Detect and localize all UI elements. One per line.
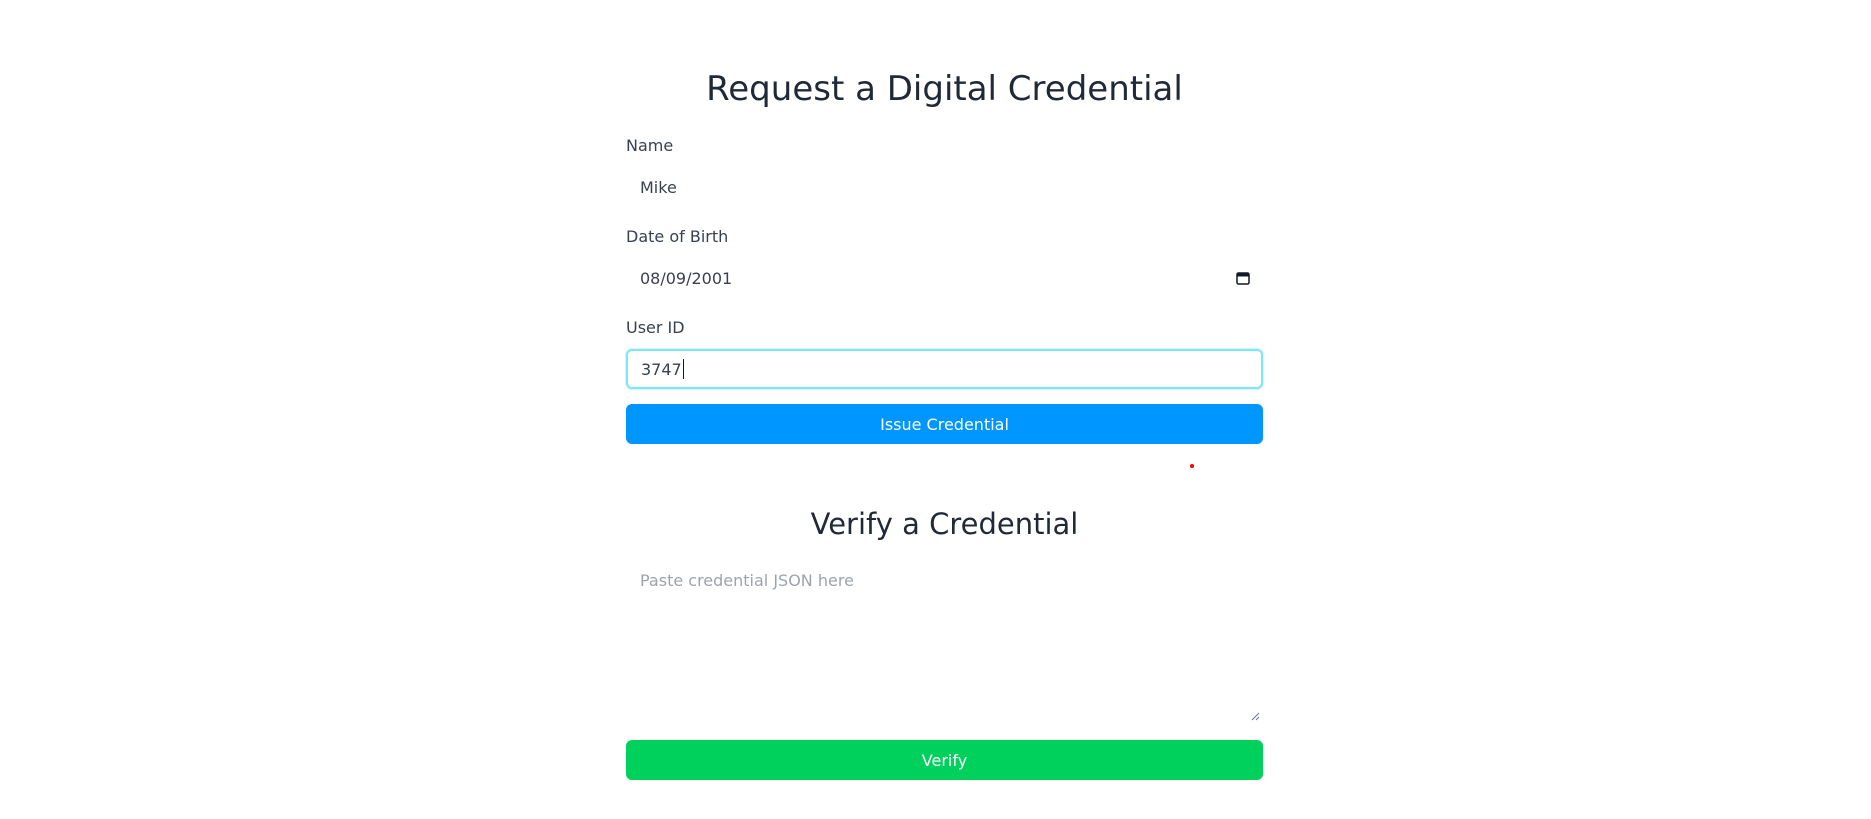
resize-handle-icon[interactable]: [1251, 712, 1260, 721]
issue-credential-button[interactable]: Issue Credential: [626, 404, 1263, 444]
name-input-value: Mike: [640, 177, 677, 197]
calendar-icon[interactable]: [1236, 271, 1250, 285]
userid-input[interactable]: 3747: [626, 349, 1263, 389]
text-caret: [682, 359, 684, 379]
userid-input-value: 3747: [641, 359, 682, 379]
verify-button[interactable]: Verify: [626, 740, 1263, 780]
credential-json-placeholder: Paste credential JSON here: [640, 571, 854, 590]
name-input[interactable]: Mike: [626, 167, 1263, 207]
credential-json-textarea[interactable]: Paste credential JSON here: [626, 560, 1263, 724]
name-label: Name: [626, 136, 674, 155]
page: Request a Digital Credential Name Mike D…: [0, 0, 1871, 819]
userid-label: User ID: [626, 318, 685, 337]
dob-input[interactable]: 08/09/2001: [626, 258, 1263, 298]
dob-input-value: 08/09/2001: [640, 268, 733, 288]
cursor-marker: [1190, 464, 1194, 468]
dob-label: Date of Birth: [626, 227, 729, 246]
issue-title: Request a Digital Credential: [706, 69, 1183, 109]
verify-title: Verify a Credential: [810, 507, 1079, 541]
